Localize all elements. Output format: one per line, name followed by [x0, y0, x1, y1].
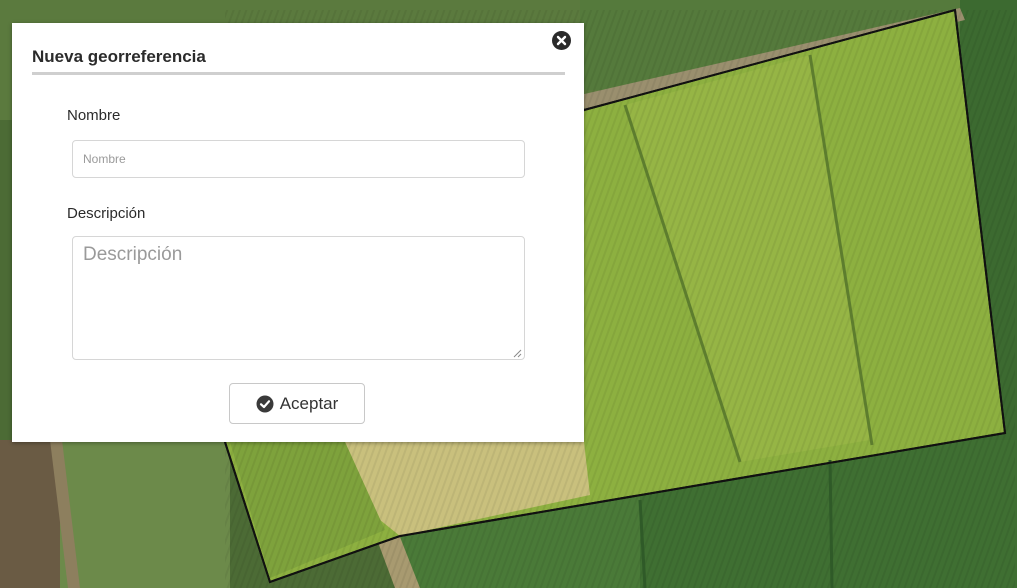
title-divider — [32, 72, 565, 75]
field-far-left — [0, 440, 60, 588]
check-circle-icon — [256, 395, 274, 412]
close-icon[interactable] — [552, 31, 571, 50]
descripcion-label: Descripción — [67, 205, 146, 222]
new-georeference-dialog: Nueva georreferencia Nombre Descripción … — [12, 23, 584, 442]
descripcion-textarea[interactable] — [72, 236, 525, 360]
furrow-line — [828, 459, 834, 588]
nombre-label: Nombre — [67, 107, 121, 124]
resize-handle-icon[interactable] — [512, 348, 522, 358]
nombre-input[interactable] — [72, 140, 525, 178]
accept-button-label: Aceptar — [279, 393, 339, 413]
field-bottom-left — [60, 440, 230, 588]
accept-button[interactable]: Aceptar — [229, 383, 365, 424]
dialog-title: Nueva georreferencia — [32, 47, 206, 66]
